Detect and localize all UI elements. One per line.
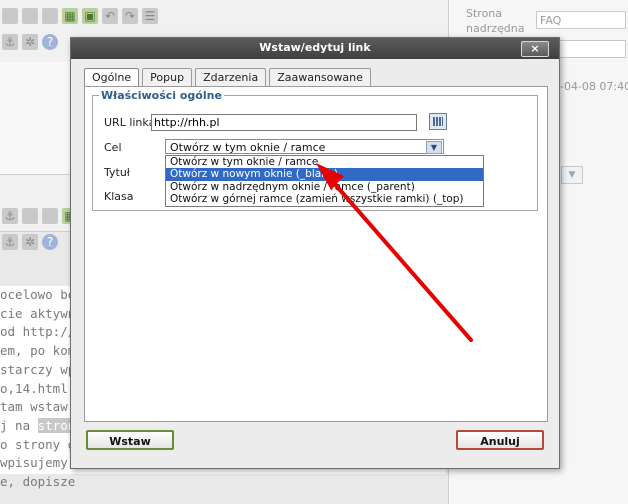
arrow-shaft [331,180,473,342]
arrow-head [316,163,344,190]
annotation-arrow [316,163,473,342]
